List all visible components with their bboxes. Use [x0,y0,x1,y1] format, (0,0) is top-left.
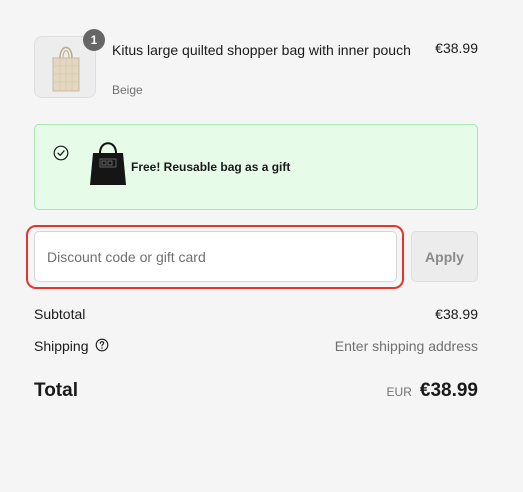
total-value: €38.99 [419,380,478,401]
product-variant: Beige [112,83,143,97]
subtotal-label: Subtotal [34,306,86,322]
gift-banner: Free! Reusable bag as a gift [34,124,478,210]
total-amount: EUR €38.99 [387,380,478,402]
shipping-value: Enter shipping address [334,338,478,354]
tote-bag-image [52,46,80,92]
help-icon[interactable] [95,338,109,352]
total-label: Total [34,380,78,401]
currency-code: EUR [386,385,412,399]
subtotal-value: €38.99 [435,306,478,322]
product-price: €38.99 [435,40,478,56]
product-title: Kitus large quilted shopper bag with inn… [112,42,411,58]
shipping-label: Shipping [34,338,89,354]
product-thumbnail: 1 [34,29,105,98]
quantity-badge: 1 [83,29,105,51]
discount-code-input[interactable] [34,231,397,282]
apply-button[interactable]: Apply [411,231,478,282]
gift-bag-image [90,142,126,185]
line-item: 1 Kitus large quilted shopper bag with i… [34,29,478,106]
gift-text: Free! Reusable bag as a gift [131,160,291,174]
check-circle-icon [53,145,69,161]
